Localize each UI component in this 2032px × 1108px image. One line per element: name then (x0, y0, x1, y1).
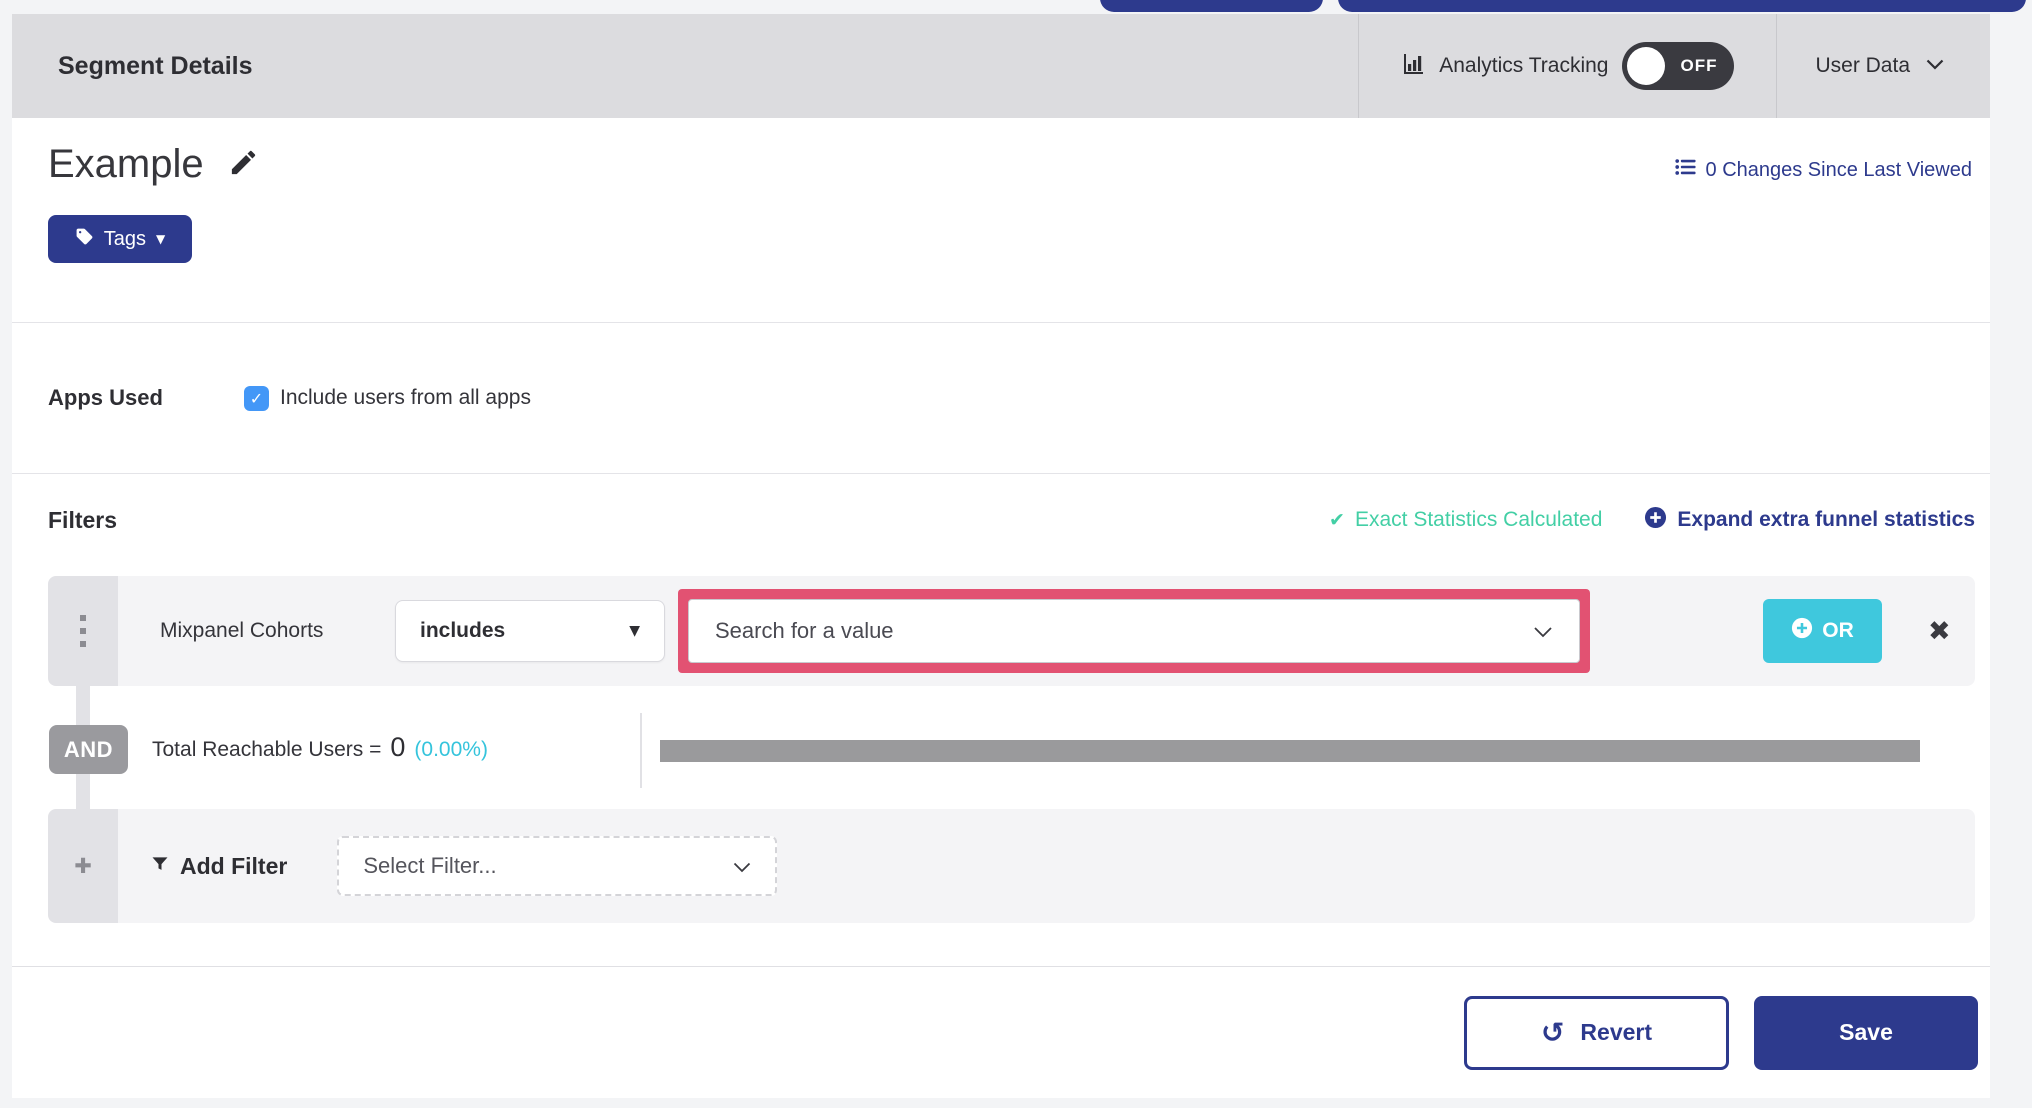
page: Segment Details Analytics Tracking OFF U… (0, 0, 2032, 1108)
select-filter-dropdown[interactable]: Select Filter... (337, 836, 778, 896)
pencil-icon[interactable] (228, 147, 259, 183)
apps-used-label: Apps Used (48, 385, 163, 410)
total-reachable-row: AND Total Reachable Users = 0 (0.00%) (48, 686, 1975, 809)
analytics-tracking-section: Analytics Tracking OFF (1358, 14, 1776, 118)
user-data-dropdown[interactable]: User Data (1776, 14, 1990, 118)
footer-actions: ↺ Revert Save (12, 966, 1990, 1098)
operator-value: includes (420, 619, 506, 642)
changes-since-last-viewed-link[interactable]: 0 Changes Since Last Viewed (1674, 156, 1972, 184)
save-button[interactable]: Save (1754, 995, 1978, 1070)
toggle-state-label: OFF (1680, 56, 1718, 75)
filter-group: Mixpanel Cohorts includes ▼ Search for a… (48, 576, 1975, 923)
plus-circle-icon (1644, 506, 1667, 535)
filter-value-select[interactable]: Search for a value (688, 599, 1580, 663)
chevron-down-icon (1926, 57, 1944, 75)
conjunction-badge: AND (49, 725, 128, 774)
revert-button[interactable]: ↺ Revert (1464, 995, 1729, 1070)
total-reachable-percent: (0.00%) (414, 738, 488, 761)
filters-title: Filters (48, 506, 118, 533)
check-icon: ✔ (1329, 509, 1345, 531)
expand-link-label: Expand extra funnel statistics (1677, 508, 1975, 531)
filter-operator-dropdown[interactable]: includes ▼ (395, 600, 665, 662)
add-or-condition-button[interactable]: OR (1763, 599, 1882, 663)
user-data-label: User Data (1815, 54, 1910, 77)
apps-used-section: Apps Used ✓ Include users from all apps (12, 322, 1990, 473)
reachable-users-progress-bar (660, 740, 1920, 762)
filter-drag-handle[interactable] (48, 576, 118, 686)
filter-row: Mixpanel Cohorts includes ▼ Search for a… (48, 576, 1975, 686)
expand-funnel-statistics-link[interactable]: Expand extra funnel statistics (1644, 506, 1975, 535)
segment-name: Example (48, 142, 204, 186)
total-reachable-users: Total Reachable Users = 0 (0.00%) (152, 732, 488, 763)
changelog-list-icon (1674, 156, 1696, 184)
include-all-apps-label: Include users from all apps (280, 386, 531, 409)
value-select-highlight: Search for a value (678, 589, 1590, 673)
exact-statistics-label: Exact Statistics Calculated (1354, 508, 1603, 531)
funnel-icon (150, 853, 170, 880)
save-button-label: Save (1839, 1019, 1893, 1045)
exact-statistics-status: ✔ Exact Statistics Calculated (1329, 508, 1602, 532)
filter-value-placeholder: Search for a value (715, 618, 894, 643)
tags-button-label: Tags (103, 227, 146, 250)
add-filter-row: ✚ Add Filter Select Filter... (48, 809, 1975, 923)
changes-link-label: 0 Changes Since Last Viewed (1705, 158, 1972, 181)
add-filter-label: Add Filter (150, 853, 287, 880)
vertical-divider (640, 713, 642, 788)
segment-details-card: Segment Details Analytics Tracking OFF U… (12, 14, 1990, 1098)
chevron-down-icon (1533, 618, 1553, 644)
select-filter-placeholder: Select Filter... (363, 853, 497, 878)
chevron-down-icon (733, 853, 751, 879)
total-reachable-prefix: Total Reachable Users = (152, 738, 382, 761)
filter-field-label: Mixpanel Cohorts (160, 619, 324, 642)
tag-icon (75, 227, 94, 252)
remove-filter-button[interactable]: ✖ (1928, 618, 1951, 645)
caret-down-icon: ▼ (629, 623, 640, 639)
revert-icon: ↺ (1540, 1015, 1565, 1049)
plus-icon: ✚ (74, 854, 92, 878)
include-all-apps-checkbox[interactable]: ✓ (244, 385, 269, 411)
revert-button-label: Revert (1580, 1019, 1653, 1045)
segment-name-section: Example 0 Changes Since Last Viewed Tags (12, 118, 1990, 322)
total-reachable-count: 0 (390, 732, 406, 762)
toggle-knob (1627, 47, 1666, 85)
add-filter-plus-button[interactable]: ✚ (48, 809, 118, 923)
add-filter-text: Add Filter (180, 852, 288, 879)
card-header: Segment Details Analytics Tracking OFF U… (12, 14, 1990, 118)
or-button-label: OR (1822, 619, 1854, 642)
caret-down-icon: ▼ (156, 232, 166, 246)
tags-button[interactable]: Tags ▼ (48, 215, 192, 263)
page-title: Segment Details (58, 51, 253, 80)
bar-chart-icon (1401, 52, 1425, 81)
filters-section: Filters ✔ Exact Statistics Calculated Ex… (12, 473, 1990, 966)
analytics-tracking-label: Analytics Tracking (1439, 54, 1609, 77)
analytics-tracking-toggle[interactable]: OFF (1622, 42, 1735, 90)
drag-dots-icon (80, 615, 86, 647)
top-tab-pill-right[interactable] (1338, 0, 2026, 12)
top-tab-pill-left[interactable] (1100, 0, 1323, 12)
plus-circle-icon (1791, 617, 1813, 645)
